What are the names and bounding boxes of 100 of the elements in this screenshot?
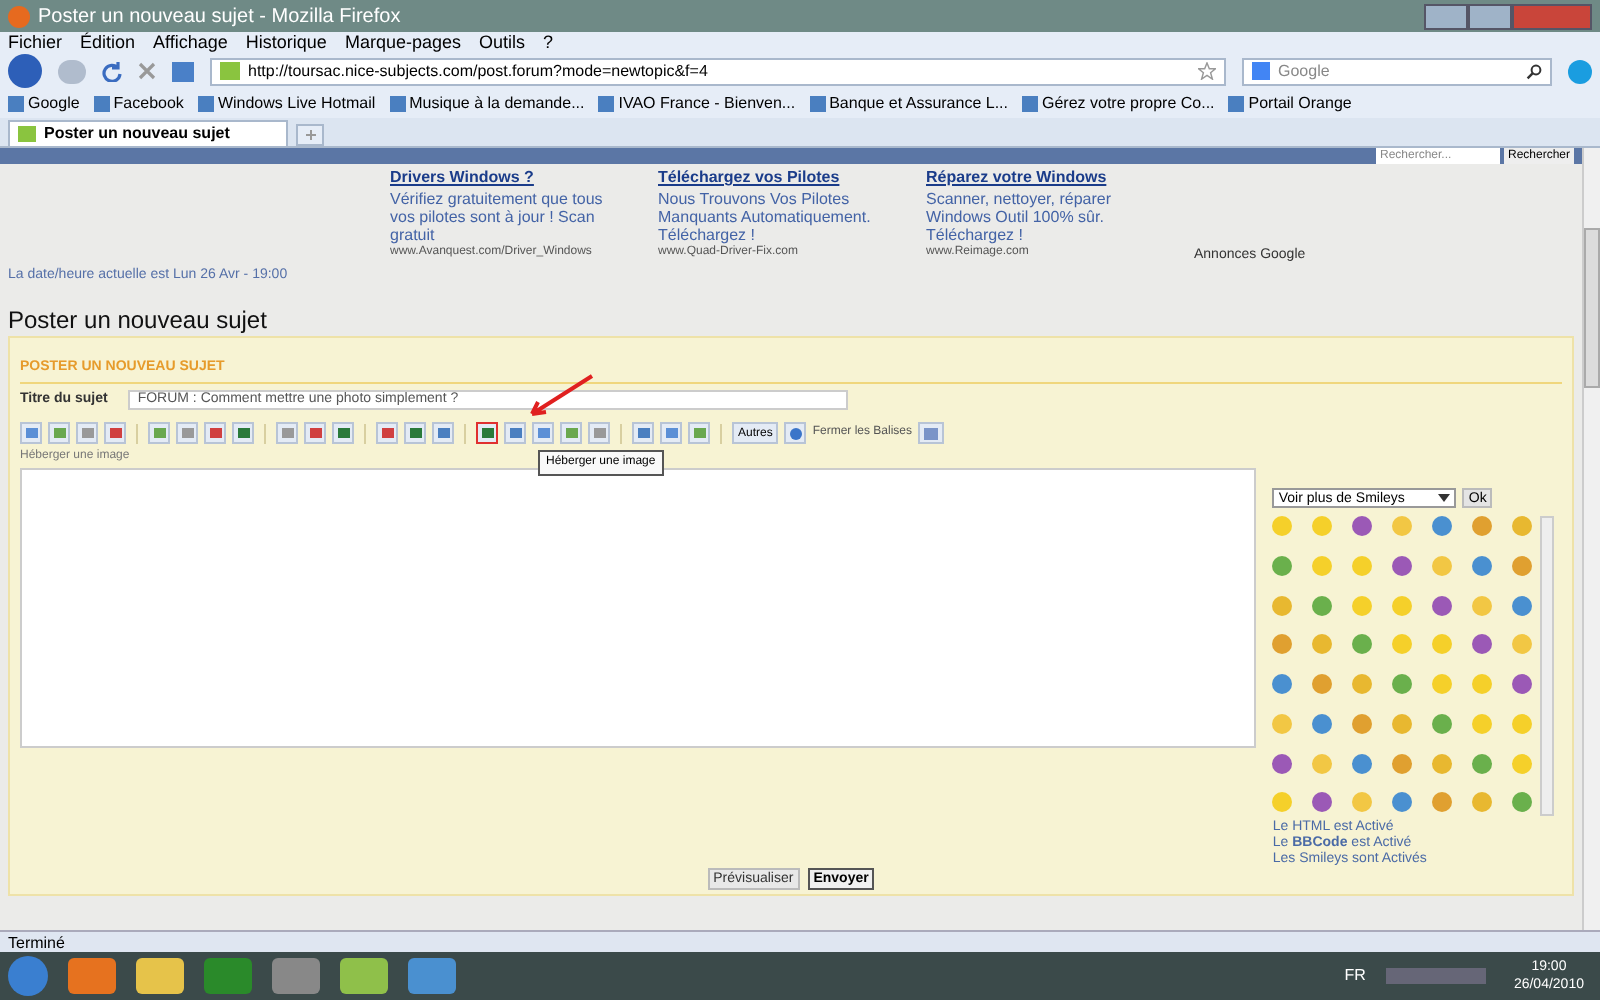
smiley-icon[interactable]: [1272, 634, 1293, 655]
format-button[interactable]: [20, 422, 42, 444]
smiley-icon[interactable]: [1431, 713, 1452, 734]
menu-item[interactable]: ?: [543, 34, 554, 52]
smiley-icon[interactable]: [1272, 555, 1293, 576]
smiley-icon[interactable]: [1471, 753, 1492, 773]
smiley-icon[interactable]: [1352, 634, 1373, 655]
format-button[interactable]: [332, 422, 354, 444]
smiley-icon[interactable]: [1312, 674, 1333, 694]
smiley-icon[interactable]: [1471, 634, 1492, 655]
format-button[interactable]: [304, 422, 326, 444]
smiley-icon[interactable]: [1431, 792, 1452, 813]
close-button[interactable]: [1512, 3, 1592, 29]
smiley-icon[interactable]: [1272, 753, 1293, 773]
smiley-icon[interactable]: [1431, 516, 1452, 536]
format-button[interactable]: [204, 422, 226, 444]
smiley-icon[interactable]: [1272, 674, 1293, 694]
web-search-field[interactable]: Google: [1242, 57, 1552, 85]
smiley-icon[interactable]: [1391, 753, 1412, 773]
format-button[interactable]: [688, 422, 710, 444]
format-button[interactable]: [104, 422, 126, 444]
reload-icon[interactable]: [102, 61, 122, 81]
format-button[interactable]: [504, 422, 526, 444]
bookmark-icon: [389, 95, 406, 111]
smiley-icon[interactable]: [1352, 753, 1373, 773]
smiley-icon[interactable]: [1511, 674, 1532, 694]
taskbar-app-icon[interactable]: [272, 958, 320, 994]
menu-item[interactable]: Affichage: [153, 34, 228, 52]
menu-item[interactable]: Outils: [479, 34, 526, 52]
scrollbar-thumb[interactable]: [1584, 228, 1600, 388]
format-button[interactable]: [632, 422, 654, 444]
menu-item[interactable]: Fichier: [8, 34, 63, 52]
browser-tab[interactable]: Poster un nouveau sujet: [8, 120, 288, 146]
forward-button[interactable]: [58, 59, 86, 83]
new-tab-button[interactable]: [296, 124, 324, 146]
bookmark-icon: [197, 95, 214, 111]
menu-item[interactable]: Marque-pages: [344, 34, 461, 52]
start-button[interactable]: [8, 956, 48, 996]
bookmark[interactable]: Facebook: [93, 91, 184, 115]
bookmark[interactable]: IVAO France - Bienven...: [598, 91, 796, 115]
smiley-icon[interactable]: [1511, 595, 1532, 615]
menu-item[interactable]: Historique: [245, 34, 327, 52]
smiley-icon[interactable]: [1312, 713, 1333, 734]
taskbar-app-icon[interactable]: [340, 958, 388, 994]
ad-title[interactable]: Réparez votre Windows: [926, 166, 1166, 190]
format-button[interactable]: [376, 422, 398, 444]
back-button[interactable]: [8, 54, 42, 88]
format-button[interactable]: [404, 422, 426, 444]
taskbar-app-icon[interactable]: [68, 958, 116, 994]
message-field[interactable]: [20, 468, 1257, 748]
font-size-button[interactable]: [918, 422, 945, 444]
search-icon[interactable]: [1526, 63, 1542, 79]
format-button[interactable]: [276, 422, 298, 444]
bookmark[interactable]: Musique à la demande...: [389, 91, 585, 115]
smiley-icon[interactable]: [1352, 516, 1373, 536]
smiley-icon[interactable]: [1312, 792, 1333, 813]
taskbar-app-icon[interactable]: [204, 958, 252, 994]
smiley-icon[interactable]: [1391, 792, 1412, 813]
smiley-icon[interactable]: [1511, 792, 1532, 813]
format-button[interactable]: [48, 422, 70, 444]
format-button[interactable]: [76, 422, 98, 444]
smiley-icon[interactable]: [1471, 516, 1492, 536]
search-input[interactable]: Google: [1278, 59, 1518, 83]
smiley-icon[interactable]: [1391, 555, 1412, 576]
address-bar[interactable]: http://toursac.nice-subjects.com/post.forum?mode=newtopic&f=4: [210, 57, 1226, 85]
bookmark[interactable]: Gérez votre propre Co...: [1022, 91, 1215, 115]
bookmark[interactable]: Windows Live Hotmail: [197, 91, 376, 115]
language-indicator[interactable]: FR: [1344, 964, 1366, 988]
help-button[interactable]: [784, 422, 807, 444]
star-icon[interactable]: [1198, 62, 1216, 80]
ad-title[interactable]: Téléchargez vos Pilotes: [658, 166, 898, 190]
smiley-icon[interactable]: [1312, 595, 1333, 615]
bookmark-icon: [598, 95, 615, 111]
smiley-icon[interactable]: [1511, 555, 1532, 576]
maximize-button[interactable]: [1468, 3, 1512, 29]
taskbar-app-icon[interactable]: [408, 958, 456, 994]
format-button[interactable]: [432, 422, 454, 444]
format-button[interactable]: [532, 422, 554, 444]
format-button[interactable]: [176, 422, 198, 444]
smiley-icon[interactable]: [1471, 555, 1492, 576]
format-button[interactable]: [660, 422, 682, 444]
bookmark[interactable]: Portail Orange: [1228, 91, 1352, 115]
format-button[interactable]: [148, 422, 170, 444]
smiley-icon[interactable]: [1431, 595, 1452, 615]
smiley-icon[interactable]: [1391, 674, 1412, 694]
menu-item[interactable]: Édition: [80, 34, 136, 52]
format-button[interactable]: [560, 422, 582, 444]
format-button[interactable]: [232, 422, 254, 444]
help-icon: [789, 427, 802, 439]
bookmark[interactable]: Google: [8, 91, 80, 115]
format-button[interactable]: [588, 422, 610, 444]
taskbar-app-icon[interactable]: [136, 958, 184, 994]
smiley-icon[interactable]: [1352, 713, 1373, 734]
minimize-button[interactable]: [1424, 3, 1468, 29]
format-button[interactable]: [476, 422, 498, 444]
stop-icon[interactable]: [138, 62, 156, 80]
bookmark[interactable]: Banque et Assurance L...: [809, 91, 1008, 115]
engine-icon: [1252, 62, 1270, 80]
ad-title[interactable]: Drivers Windows ?: [390, 166, 630, 190]
format-icon: [81, 428, 93, 438]
